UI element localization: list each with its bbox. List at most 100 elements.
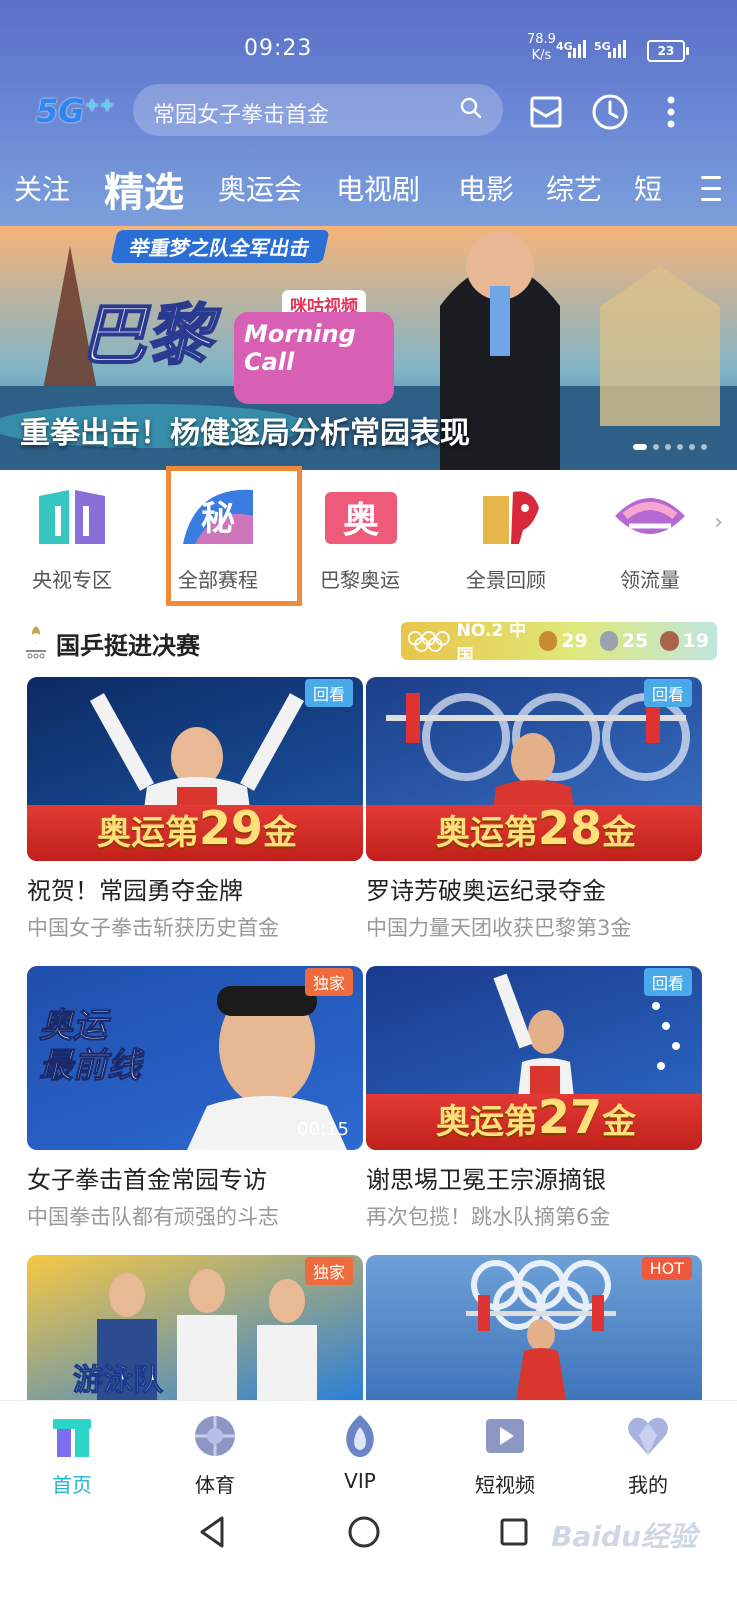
history-clock-icon[interactable]	[590, 92, 630, 132]
video-card[interactable]: 回看 奥运第29金 祝贺！常园勇夺金牌 中国女子拳击斩获历史首金	[27, 677, 363, 942]
gold-overlay: 奥运第27金	[436, 1090, 636, 1144]
overlay-text: 金	[263, 813, 298, 853]
tab-variety[interactable]: 综艺	[546, 168, 602, 208]
overlay-text: 奥运第	[97, 813, 199, 853]
back-icon[interactable]	[194, 1514, 230, 1550]
home-circle-icon[interactable]	[346, 1514, 382, 1550]
gold-overlay: 奥运第29金	[97, 801, 297, 855]
overlay-number: 29	[199, 801, 264, 855]
video-subtitle: 中国拳击队都有顽强的斗志	[27, 1205, 279, 1229]
video-thumbnail: HOT	[366, 1255, 702, 1400]
nav-label: 我的	[628, 1473, 668, 1497]
overlay-text: 最前线	[39, 1046, 142, 1087]
exclusive-badge: 独家	[304, 1257, 353, 1285]
carousel-indicator	[633, 444, 707, 450]
video-subtitle: 再次包揽！跳水队摘第6金	[366, 1205, 611, 1229]
shortcut-label: 巴黎奥运	[320, 568, 400, 592]
tab-follow[interactable]: 关注	[14, 168, 70, 208]
signal-icon	[608, 38, 626, 58]
medal-rank: NO.2 中国	[456, 621, 527, 666]
overlay-number: 28	[538, 801, 603, 855]
tab-short[interactable]: 短	[634, 168, 662, 208]
cctv-icon	[39, 490, 105, 544]
search-icon	[460, 97, 482, 119]
olympic-rings-icon	[407, 631, 450, 652]
overlay-text: 金	[602, 1102, 637, 1142]
nav-sports[interactable]: 体育	[165, 1413, 265, 1498]
status-bar: 09:23 78.9 K/s 4G 5G 23	[0, 0, 737, 90]
tab-olympics[interactable]: 奥运会	[218, 168, 302, 208]
gold-overlay: 奥运第28金	[436, 801, 636, 855]
video-thumbnail: 独家 奥运 最前线 00:15	[27, 966, 363, 1150]
panorama-icon	[483, 491, 539, 544]
medal-tally[interactable]: NO.2 中国 29 25 19	[401, 621, 717, 666]
nav-short-video[interactable]: 短视频	[455, 1413, 555, 1498]
search-placeholder: 常园女子拳击首金	[153, 103, 330, 128]
paris-2024-logo-icon	[26, 626, 46, 659]
nav-vip[interactable]: VIP	[310, 1413, 410, 1493]
sports-ball-icon	[195, 1416, 235, 1456]
shortcut-paris[interactable]: 奥 巴黎奥运	[300, 486, 420, 593]
bronze-count: 19	[682, 630, 709, 652]
nav-home[interactable]: 首页	[22, 1413, 122, 1498]
gold-medal-icon	[539, 631, 558, 651]
video-card[interactable]: 回看 奥运第27金 谢思埸卫冕王宗源摘银 再次包揽！跳水队摘第6金	[366, 966, 702, 1231]
home-icon	[53, 1419, 91, 1457]
banner-caption: 重拳出击！杨健逐局分析常园表现	[20, 416, 470, 451]
vip-flame-icon	[346, 1415, 374, 1457]
video-card[interactable]: 回看 奥运第28金 罗诗芳破奥运纪录夺金 中国力量天团收获巴黎第3金	[366, 677, 702, 942]
category-tabs: 关注 精选 奥运会 电视剧 电影 综艺 短	[0, 160, 737, 222]
exclusive-badge: 独家	[304, 968, 353, 996]
top-header: 09:23 78.9 K/s 4G 5G 23 5G++ 常园女子拳击首金 关注…	[0, 0, 737, 230]
gold-count: 29	[561, 630, 588, 652]
overlay-number: 27	[538, 1090, 603, 1144]
tab-tv-series[interactable]: 电视剧	[336, 168, 420, 208]
video-card[interactable]: 独家 奥运 最前线 00:15 女子拳击首金常园专访 中国拳击队都有顽强的斗志	[27, 966, 363, 1231]
data-gift-icon	[615, 498, 685, 534]
video-card[interactable]: 独家 游泳队	[27, 1255, 363, 1400]
shortcut-label: 领流量	[620, 568, 680, 592]
video-card[interactable]: HOT	[366, 1255, 702, 1400]
short-video-icon	[486, 1419, 524, 1453]
tab-movies[interactable]: 电影	[458, 168, 514, 208]
video-title: 祝贺！常园勇夺金牌	[27, 877, 243, 905]
shortcut-label: 央视专区	[32, 568, 112, 592]
overlay-text: 游泳队	[73, 1363, 164, 1399]
shortcut-panorama[interactable]: 全景回顾	[446, 486, 566, 593]
video-subtitle: 中国女子拳击斩获历史首金	[27, 916, 279, 940]
recents-icon[interactable]	[496, 1514, 532, 1550]
video-thumbnail: 独家 游泳队	[27, 1255, 363, 1400]
bronze-medal-icon	[660, 631, 679, 651]
nav-label: 首页	[52, 1473, 92, 1497]
nav-profile[interactable]: 我的	[598, 1413, 698, 1498]
shortcut-cctv[interactable]: 央视专区	[12, 486, 132, 593]
paris-olympics-icon: 奥	[325, 492, 397, 544]
silver-count: 25	[621, 630, 649, 652]
replay-badge: 回看	[643, 679, 692, 707]
more-menu-icon[interactable]	[656, 92, 686, 132]
replay-badge: 回看	[304, 679, 353, 707]
video-subtitle: 中国力量天团收获巴黎第3金	[366, 916, 632, 940]
nav-label: 体育	[195, 1473, 235, 1497]
search-input[interactable]: 常园女子拳击首金	[133, 84, 503, 136]
overlay-logo-text: 奥运 最前线	[39, 1006, 142, 1087]
banner-show-logo: Morning Call	[234, 312, 394, 404]
overlay-text: 金	[602, 813, 637, 853]
chevron-right-icon[interactable]: ›	[714, 510, 723, 535]
highlight-box	[166, 466, 302, 606]
video-duration: 00:15	[297, 1119, 349, 1140]
tab-featured[interactable]: 精选	[104, 160, 184, 218]
video-title: 谢思埸卫冕王宗源摘银	[366, 1166, 606, 1194]
hero-banner[interactable]: 举重梦之队全军出击 巴黎 咪咕视频 Morning Call 重拳出击！杨健逐局…	[0, 226, 737, 470]
silver-medal-icon	[599, 631, 618, 651]
app-logo[interactable]: 5G++	[36, 92, 115, 130]
video-thumbnail: 回看 奥运第28金	[366, 677, 702, 861]
battery-icon: 23	[647, 40, 689, 62]
tabs-menu-icon[interactable]	[701, 176, 721, 209]
banner-top-tag: 举重梦之队全军出击	[110, 230, 330, 263]
mail-icon[interactable]	[526, 92, 566, 132]
shortcut-row: 央视专区 秘 全部赛程 奥 巴黎奥运 全景回顾 领流量	[0, 476, 737, 606]
baidu-watermark: Baidu经验	[551, 1520, 697, 1553]
shortcut-label: 全景回顾	[466, 568, 546, 592]
shortcut-data-gift[interactable]: 领流量	[590, 486, 710, 593]
